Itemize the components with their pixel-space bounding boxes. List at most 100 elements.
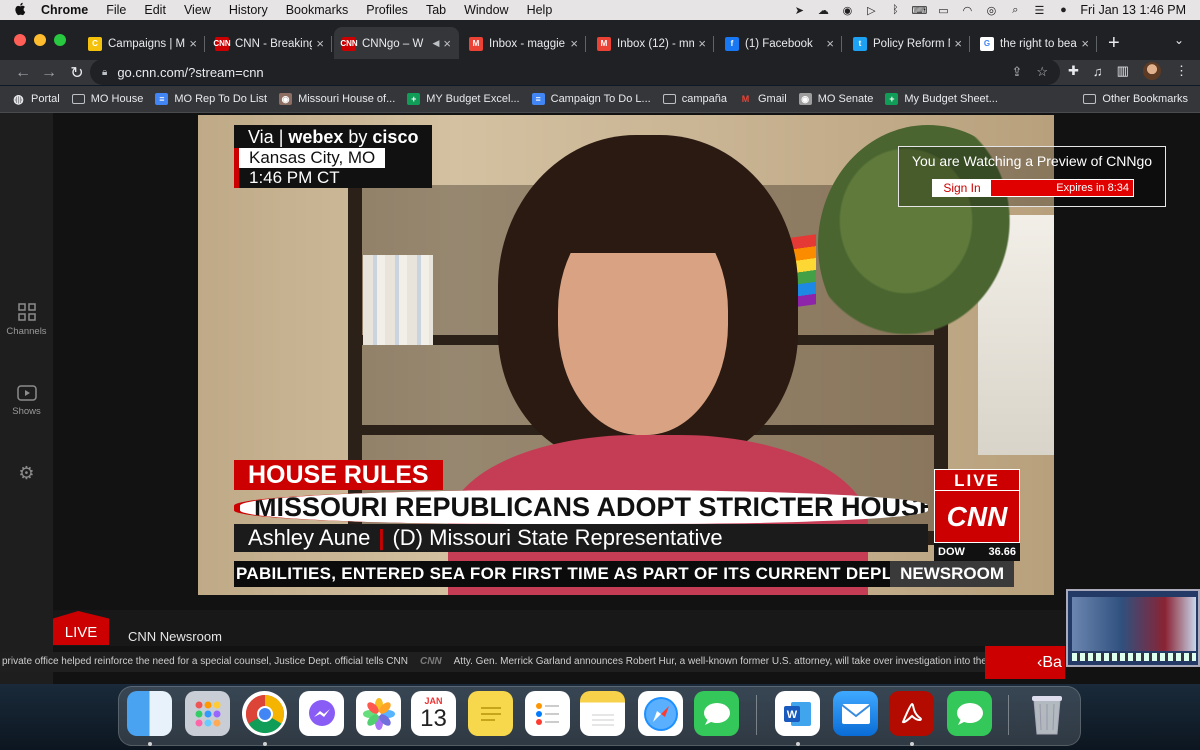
bookmark-2[interactable]: MO House <box>71 93 143 105</box>
chrome-icon[interactable] <box>242 691 287 736</box>
bookmark-10[interactable]: + My Budget Sheet... <box>885 93 998 105</box>
finder-icon[interactable] <box>127 691 172 736</box>
bookmark-9[interactable]: ◉ MO Senate <box>798 93 873 105</box>
tab-2[interactable]: CNN CNN - Breaking × <box>207 27 332 60</box>
bookmark-8[interactable]: M Gmail <box>739 93 787 105</box>
tab-favicon-icon: CNN <box>213 36 231 51</box>
address-bar[interactable]: 🔒︎ go.cnn.com/?stream=cnn ⇪ ☆ <box>90 59 1060 85</box>
forward-arrow-icon[interactable]: → <box>38 64 60 82</box>
bookmark-label: Portal <box>31 93 60 105</box>
bookmark-other-bookmarks[interactable]: Other Bookmarks <box>1083 93 1188 105</box>
photos-icon[interactable] <box>356 691 401 736</box>
menu-file[interactable]: File <box>97 3 135 17</box>
menu-window[interactable]: Window <box>455 3 517 17</box>
dow-ticker: DOW 36.66 <box>934 543 1020 561</box>
bookmark-4[interactable]: ◉ Missouri House of... <box>279 93 395 105</box>
picture-in-picture-thumbnail[interactable] <box>1066 589 1200 667</box>
record-icon[interactable]: ◉ <box>840 4 854 17</box>
spotlight-search-icon[interactable]: ⌕ <box>1008 4 1022 16</box>
tab-separator <box>1096 36 1097 52</box>
tab-audio-icon[interactable]: ◀︎ <box>432 38 439 49</box>
bookmark-1[interactable]: ◍ Portal <box>12 92 60 106</box>
wifi-icon[interactable]: ◠ <box>960 4 974 17</box>
apple-menu-icon[interactable] <box>8 2 32 19</box>
play-icon[interactable]: ▷ <box>864 4 878 17</box>
menu-help[interactable]: Help <box>518 3 562 17</box>
bookmark-7[interactable]: campaña <box>662 93 727 105</box>
mail-icon[interactable] <box>833 691 878 736</box>
acrobat-icon[interactable] <box>889 691 934 736</box>
tab-3[interactable]: CNN CNNgo – W ◀︎ × <box>334 27 459 60</box>
location-arrow-icon[interactable]: ➤ <box>792 4 806 17</box>
new-tab-button[interactable]: + <box>1108 32 1120 55</box>
zoom-window-button[interactable] <box>54 34 66 46</box>
tab-5[interactable]: M Inbox (12) - mm × <box>589 27 714 60</box>
reload-icon[interactable]: ↻ <box>66 63 88 83</box>
user-icon[interactable]: ◎ <box>984 4 998 17</box>
bookmark-5[interactable]: + MY Budget Excel... <box>407 93 520 105</box>
messages-icon[interactable] <box>694 691 739 736</box>
close-tab-icon[interactable]: × <box>1081 36 1089 51</box>
bookmark-3[interactable]: ≡ MO Rep To Do List <box>155 93 267 105</box>
battery-icon[interactable]: ▭ <box>936 4 950 17</box>
control-center-icon[interactable]: ☰ <box>1032 4 1046 17</box>
launchpad-icon[interactable] <box>185 691 230 736</box>
word-icon[interactable]: W <box>775 691 820 736</box>
tab-6[interactable]: f (1) Facebook × <box>717 27 842 60</box>
calendar-icon[interactable]: JAN 13 <box>411 691 456 736</box>
messenger-icon[interactable] <box>299 691 344 736</box>
sidebar-item-shows[interactable]: Shows <box>0 384 53 417</box>
stickies-icon[interactable] <box>468 691 513 736</box>
siri-icon[interactable]: ● <box>1056 4 1070 16</box>
sign-in-button[interactable]: Sign In <box>933 180 991 196</box>
keyboard-icon[interactable]: ⌨ <box>911 4 927 17</box>
close-window-button[interactable] <box>14 34 26 46</box>
trash-icon[interactable] <box>1024 691 1069 736</box>
menu-tab[interactable]: Tab <box>417 3 455 17</box>
menu-view[interactable]: View <box>175 3 220 17</box>
share-icon[interactable]: ⇪ <box>1011 64 1022 80</box>
notes-icon[interactable] <box>580 691 625 736</box>
safari-icon[interactable] <box>638 691 683 736</box>
side-panel-icon[interactable]: ▥ <box>1117 63 1129 79</box>
lock-icon[interactable]: 🔒︎ <box>102 67 107 78</box>
minimize-window-button[interactable] <box>34 34 46 46</box>
close-tab-icon[interactable]: × <box>316 36 324 51</box>
tab-search-chevron-icon[interactable]: ⌄ <box>1174 33 1184 47</box>
back-arrow-icon[interactable]: ← <box>12 64 34 82</box>
close-tab-icon[interactable]: × <box>443 36 451 51</box>
bookmark-star-icon[interactable]: ☆ <box>1036 64 1048 80</box>
menu-bookmarks[interactable]: Bookmarks <box>277 3 358 17</box>
close-tab-icon[interactable]: × <box>826 36 834 51</box>
facetime-messages-icon[interactable] <box>947 691 992 736</box>
menu-app-chrome[interactable]: Chrome <box>32 3 97 17</box>
profile-avatar[interactable] <box>1142 62 1161 80</box>
tab-8[interactable]: Gthe right to bea × <box>972 27 1097 60</box>
close-tab-icon[interactable]: × <box>570 36 578 51</box>
menu-history[interactable]: History <box>220 3 277 17</box>
tab-favicon-icon: M <box>597 36 611 51</box>
close-tab-icon[interactable]: × <box>189 36 197 51</box>
media-controls-icon[interactable]: ♫ <box>1093 64 1103 79</box>
more-menu-icon[interactable]: ⋮ <box>1175 63 1188 79</box>
bluetooth-icon[interactable]: ᛒ <box>888 4 902 16</box>
menu-edit[interactable]: Edit <box>135 3 175 17</box>
back-button[interactable]: ‹Ba <box>985 646 1065 679</box>
close-tab-icon[interactable]: × <box>954 36 962 51</box>
creative-cloud-icon[interactable]: ☁ <box>816 4 830 17</box>
bookmark-6[interactable]: ≡ Campaign To Do L... <box>531 93 651 105</box>
tab-1[interactable]: C Campaigns | Ma × <box>80 27 205 60</box>
menubar-clock[interactable]: Fri Jan 13 1:46 PM <box>1080 3 1186 17</box>
tab-7[interactable]: t Policy Reform N × <box>845 27 970 60</box>
running-indicator <box>796 742 800 746</box>
menu-profiles[interactable]: Profiles <box>357 3 417 17</box>
reminders-icon[interactable] <box>525 691 570 736</box>
tab-4[interactable]: M Inbox - maggie × <box>461 27 586 60</box>
bookmark-label: MY Budget Excel... <box>426 93 520 105</box>
address-url[interactable]: go.cnn.com/?stream=cnn <box>117 65 263 80</box>
tab-title: CNNgo – W <box>362 37 424 50</box>
close-tab-icon[interactable]: × <box>698 36 706 51</box>
settings-gear-button[interactable]: ⚙ <box>0 462 53 484</box>
extensions-puzzle-icon[interactable]: ✚ <box>1068 63 1079 79</box>
sidebar-item-channels[interactable]: Channels <box>0 303 53 337</box>
